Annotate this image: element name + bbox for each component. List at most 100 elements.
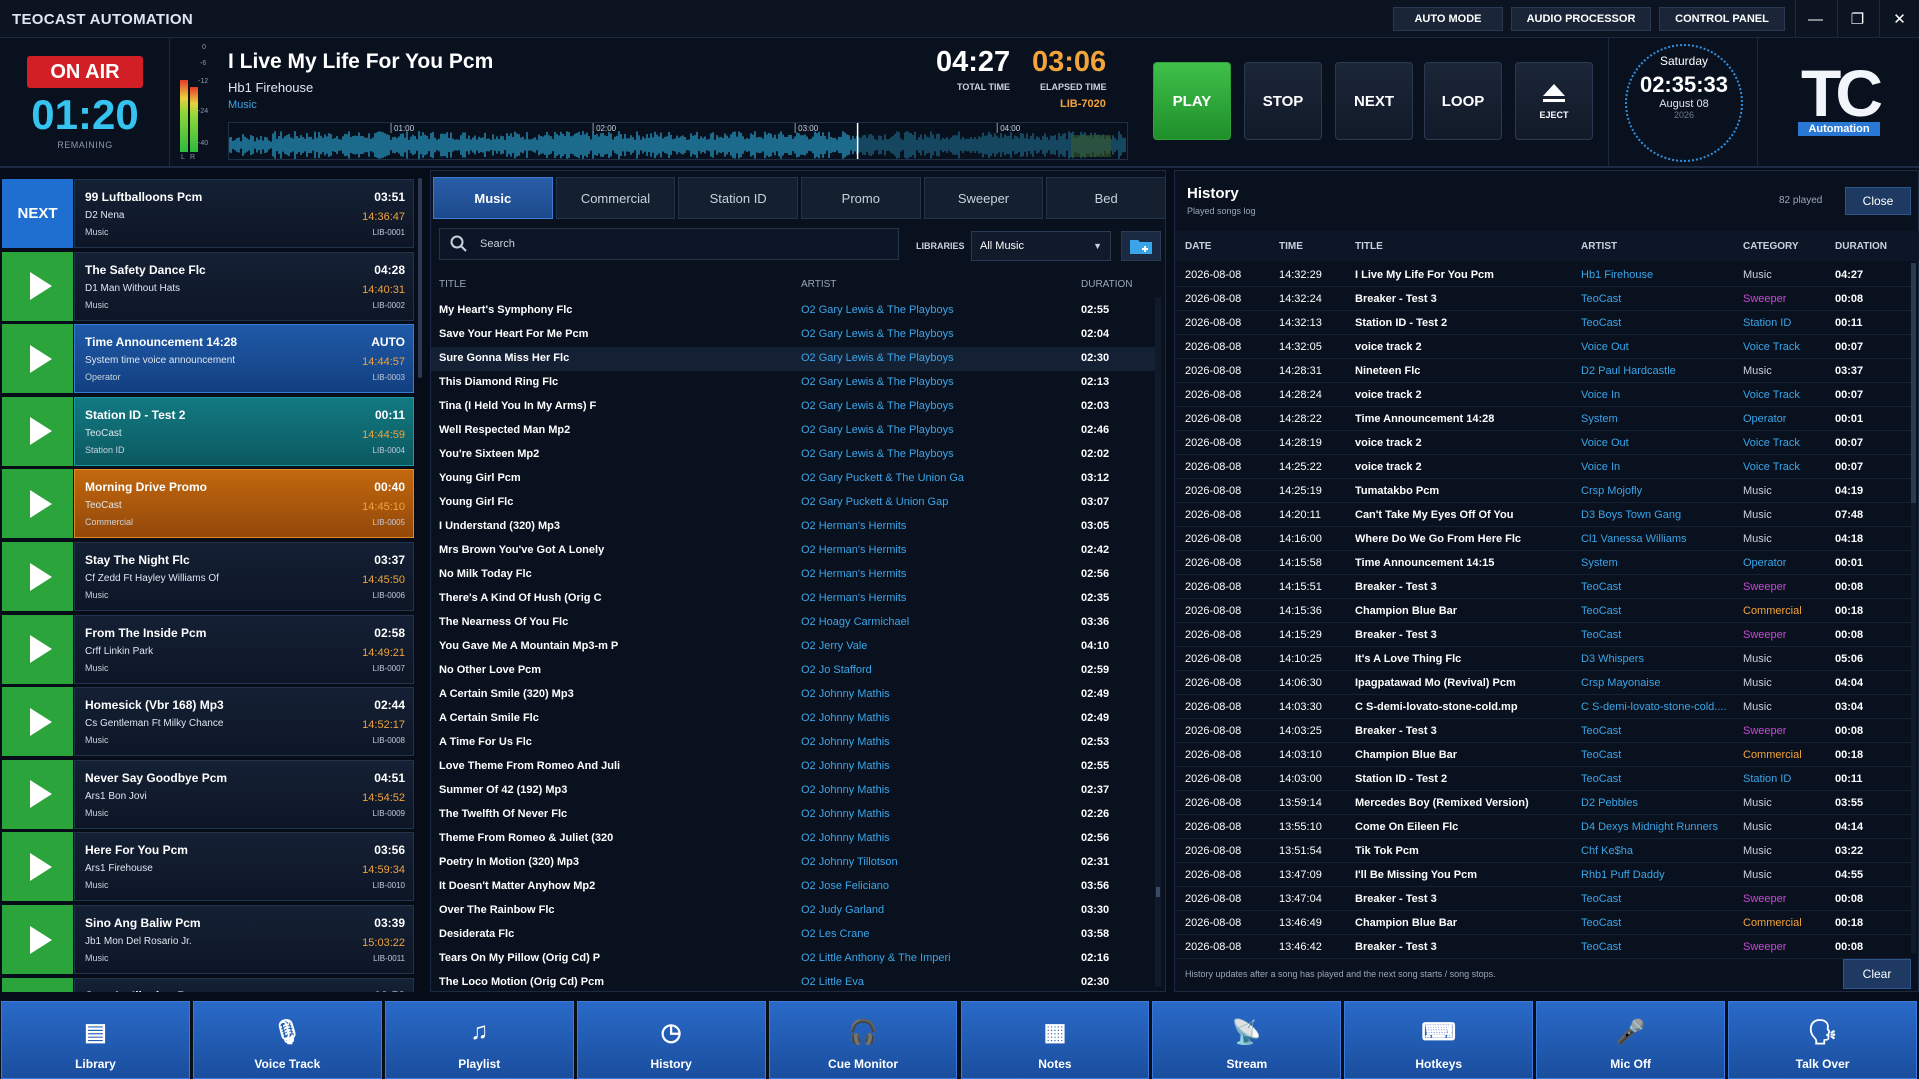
history-row[interactable]: 2026-08-08 13:47:09 I'll Be Missing You Pc…	[1175, 863, 1911, 887]
queue-card[interactable]: Homesick (Vbr 168) Mp3 Cs Gentleman Ft Mi…	[74, 687, 414, 757]
history-scroll-thumb[interactable]	[1911, 263, 1916, 503]
queue-item[interactable]: Morning Drive Promo TeoCast Commercial 00:4…	[0, 468, 414, 539]
library-row[interactable]: Tears On My Pillow (Orig Cd) P O2 Little …	[431, 947, 1159, 971]
queue-item[interactable]: Time Announcement 14:28 System time voice…	[0, 323, 414, 394]
audio-processor-button[interactable]: AUDIO PROCESSOR	[1511, 7, 1651, 31]
stop-button[interactable]: STOP	[1244, 62, 1322, 140]
history-row[interactable]: 2026-08-08 13:55:10 Come On Eileen Flc D4 D…	[1175, 815, 1911, 839]
tab-promo[interactable]: Promo	[801, 177, 921, 219]
library-row[interactable]: This Diamond Ring Flc O2 Gary Lewis & The…	[431, 371, 1159, 395]
history-clear-button[interactable]: Clear	[1843, 959, 1911, 989]
tab-station-id[interactable]: Station ID	[678, 177, 798, 219]
history-row[interactable]: 2026-08-08 14:32:29 I Live My Life For You…	[1175, 263, 1911, 287]
queue-item[interactable]: Sino Ang Baliw Pcm Jb1 Mon Del Rosario Jr…	[0, 904, 414, 974]
library-row[interactable]: It Doesn't Matter Anyhow Mp2 O2 Jose Feli…	[431, 875, 1159, 899]
library-row[interactable]: The Twelfth Of Never Flc O2 Johnny Mathis…	[431, 803, 1159, 827]
history-row[interactable]: 2026-08-08 14:15:29 Breaker - Test 3 TeoCas…	[1175, 623, 1911, 647]
history-row[interactable]: 2026-08-08 14:25:22 voice track 2 Voice In V…	[1175, 455, 1911, 479]
queue-item[interactable]: Never Say Goodbye Pcm Ars1 Bon Jovi Music 0…	[0, 759, 414, 829]
history-row[interactable]: 2026-08-08 14:32:13 Station ID - Test 2 Teo…	[1175, 311, 1911, 335]
history-row[interactable]: 2026-08-08 14:03:25 Breaker - Test 3 TeoCas…	[1175, 719, 1911, 743]
nav-cue-monitor-button[interactable]: 🎧 Cue Monitor	[768, 1001, 958, 1079]
history-row[interactable]: 2026-08-08 14:28:31 Nineteen Flc D2 Paul Ha…	[1175, 359, 1911, 383]
queue-item[interactable]: The Safety Dance Flc D1 Man Without Hats M…	[0, 251, 414, 321]
column-artist[interactable]: ARTIST	[801, 279, 836, 290]
hist-col-title[interactable]: TITLE	[1355, 241, 1383, 252]
queue-play-button[interactable]	[2, 469, 73, 539]
queue-play-button[interactable]	[2, 251, 73, 321]
history-row[interactable]: 2026-08-08 13:46:42 Breaker - Test 3 TeoCas…	[1175, 935, 1911, 959]
column-title[interactable]: TITLE	[439, 279, 466, 290]
nav-playlist-button[interactable]: ♫ Playlist	[384, 1001, 574, 1079]
library-row[interactable]: Young Girl Flc O2 Gary Puckett & Union Ga…	[431, 491, 1159, 515]
nav-history-button[interactable]: ◷ History	[576, 1001, 766, 1079]
loop-button[interactable]: LOOP	[1424, 62, 1502, 140]
control-panel-button[interactable]: CONTROL PANEL	[1659, 7, 1785, 31]
queue-play-button[interactable]	[2, 905, 73, 974]
queue-card[interactable]: Station ID - Test 2 TeoCast Station ID 00:1…	[74, 396, 414, 466]
queue-card[interactable]: From The Inside Pcm Crff Linkin Park Music…	[74, 614, 414, 684]
history-row[interactable]: 2026-08-08 14:15:58 Time Announcement 14:1…	[1175, 551, 1911, 575]
history-row[interactable]: 2026-08-08 14:15:51 Breaker - Test 3 TeoCas…	[1175, 575, 1911, 599]
library-row[interactable]: Summer Of 42 (192) Mp3 O2 Johnny Mathis 02…	[431, 779, 1159, 803]
history-row[interactable]: 2026-08-08 14:28:24 voice track 2 Voice In V…	[1175, 383, 1911, 407]
history-row[interactable]: 2026-08-08 13:46:49 Champion Blue Bar TeoCa…	[1175, 911, 1911, 935]
nav-voice-track-button[interactable]: 🎙 Voice Track	[192, 1001, 382, 1079]
history-row[interactable]: 2026-08-08 14:28:22 Time Announcement 14:2…	[1175, 407, 1911, 431]
play-button[interactable]: PLAY	[1153, 62, 1231, 140]
tab-music[interactable]: Music	[433, 177, 553, 219]
library-row[interactable]: Young Girl Pcm O2 Gary Puckett & The Unio…	[431, 467, 1159, 491]
queue-item[interactable]: Just An Illusion Pcm 03:53	[0, 977, 414, 992]
waveform-seekbar[interactable]: 01:00 02:00 03:00 04:00	[228, 122, 1128, 160]
queue-play-button[interactable]	[2, 759, 73, 829]
queue-item[interactable]: Stay The Night Flc Cf Zedd Ft Hayley Will…	[0, 541, 414, 611]
history-row[interactable]: 2026-08-08 14:28:19 voice track 2 Voice Out…	[1175, 431, 1911, 455]
queue-card[interactable]: Sino Ang Baliw Pcm Jb1 Mon Del Rosario Jr…	[74, 905, 414, 974]
queue-card[interactable]: 99 Luftballoons Pcm D2 Nena Music 03:51 14:3…	[74, 179, 414, 248]
queue-item[interactable]: From The Inside Pcm Crff Linkin Park Music…	[0, 614, 414, 684]
nav-hotkeys-button[interactable]: ⌨ Hotkeys	[1344, 1001, 1534, 1079]
hist-col-artist[interactable]: ARTIST	[1581, 241, 1617, 252]
library-row[interactable]: Poetry In Motion (320) Mp3 O2 Johnny Till…	[431, 851, 1159, 875]
queue-play-button[interactable]	[2, 324, 73, 394]
library-scrollbar[interactable]	[1155, 297, 1161, 987]
next-button[interactable]: NEXT	[1335, 62, 1413, 140]
queue-play-button[interactable]	[2, 614, 73, 684]
queue-card[interactable]: Here For You Pcm Ars1 Firehouse Music 03:56…	[74, 832, 414, 902]
libraries-select[interactable]: All Music ▼	[971, 231, 1111, 261]
queue-card[interactable]: Never Say Goodbye Pcm Ars1 Bon Jovi Music 0…	[74, 759, 414, 829]
nav-notes-button[interactable]: ▦ Notes	[960, 1001, 1150, 1079]
library-row[interactable]: No Milk Today Flc O2 Herman's Hermits 02:5…	[431, 563, 1159, 587]
queue-card[interactable]: Stay The Night Flc Cf Zedd Ft Hayley Will…	[74, 542, 414, 611]
queue-play-button[interactable]	[2, 977, 73, 992]
history-row[interactable]: 2026-08-08 14:32:05 voice track 2 Voice Out…	[1175, 335, 1911, 359]
history-close-button[interactable]: Close	[1845, 187, 1911, 215]
maximize-button[interactable]: ❐	[1837, 0, 1877, 38]
library-row[interactable]: The Nearness Of You Flc O2 Hoagy Carmicha…	[431, 611, 1159, 635]
queue-play-button[interactable]	[2, 832, 73, 902]
library-scroll-thumb[interactable]	[1156, 887, 1160, 897]
queue-item[interactable]: Homesick (Vbr 168) Mp3 Cs Gentleman Ft Mi…	[0, 686, 414, 757]
history-row[interactable]: 2026-08-08 14:03:30 C S-demi-lovato-stone-…	[1175, 695, 1911, 719]
queue-scrollbar[interactable]	[418, 178, 422, 378]
queue-play-button[interactable]	[2, 687, 73, 757]
library-row[interactable]: The Loco Motion (Orig Cd) Pcm O2 Little E…	[431, 971, 1159, 995]
queue-play-button[interactable]	[2, 542, 73, 611]
library-row[interactable]: Well Respected Man Mp2 O2 Gary Lewis & Th…	[431, 419, 1159, 443]
minimize-button[interactable]: —	[1795, 0, 1835, 38]
history-row[interactable]: 2026-08-08 14:32:24 Breaker - Test 3 TeoCas…	[1175, 287, 1911, 311]
library-row[interactable]: Save Your Heart For Me Pcm O2 Gary Lewis …	[431, 323, 1159, 347]
history-row[interactable]: 2026-08-08 14:15:36 Champion Blue Bar TeoCa…	[1175, 599, 1911, 623]
queue-item[interactable]: Station ID - Test 2 TeoCast Station ID 00:1…	[0, 396, 414, 466]
library-search[interactable]: Search	[439, 228, 899, 260]
history-row[interactable]: 2026-08-08 14:06:30 Ipagpatawad Mo (Reviva…	[1175, 671, 1911, 695]
nav-library-button[interactable]: ▤ Library	[1, 1001, 190, 1079]
library-row[interactable]: No Other Love Pcm O2 Jo Stafford 02:59	[431, 659, 1159, 683]
queue-item[interactable]: Here For You Pcm Ars1 Firehouse Music 03:56…	[0, 831, 414, 902]
queue-next-button[interactable]: NEXT	[2, 179, 73, 248]
library-row[interactable]: You're Sixteen Mp2 O2 Gary Lewis & The Pl…	[431, 443, 1159, 467]
library-row[interactable]: You Gave Me A Mountain Mp3-m P O2 Jerry V…	[431, 635, 1159, 659]
auto-mode-button[interactable]: AUTO MODE	[1393, 7, 1503, 31]
library-row[interactable]: A Certain Smile Flc O2 Johnny Mathis 02:49	[431, 707, 1159, 731]
library-row[interactable]: Love Theme From Romeo And Juli O2 Johnny …	[431, 755, 1159, 779]
